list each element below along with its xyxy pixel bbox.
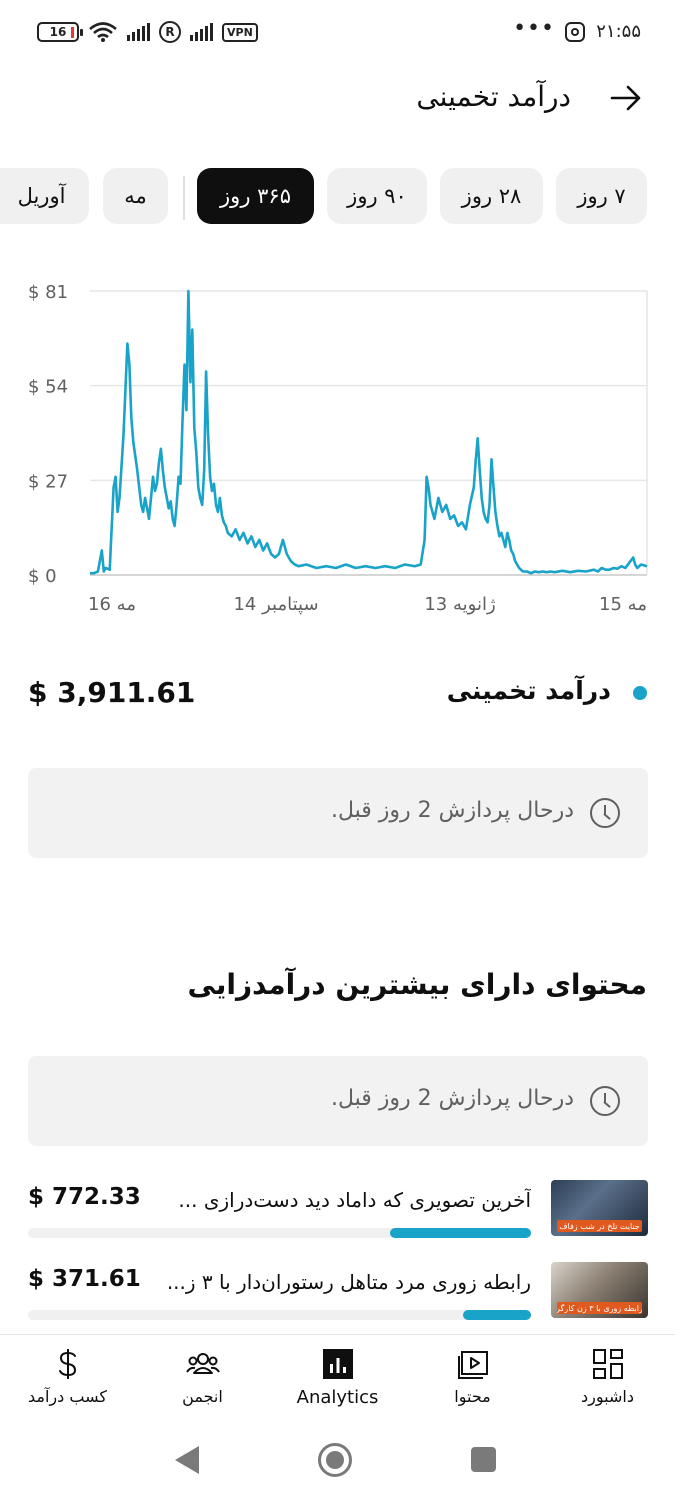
total-revenue-value: $ 3,911.61 xyxy=(28,676,196,709)
more-notifications-icon: ••• xyxy=(513,16,555,41)
content-item[interactable]: رابطه زوری با ۳ زن کارگر رابطه زوری مرد … xyxy=(28,1262,648,1324)
revenue-chart[interactable]: $ 0 $ 27 $ 54 $ 81 16 مه 14 سپتامبر 13 ژانویه 1… xyxy=(0,270,675,630)
status-bar: 16 R VPN ••• ۲۱:۵۵ xyxy=(0,0,675,66)
system-back-icon[interactable] xyxy=(175,1446,199,1474)
chip-7-days[interactable]: ۷ روز xyxy=(556,168,647,224)
y-tick-label: $ 0 xyxy=(28,566,57,587)
chip-april[interactable]: آوریل xyxy=(0,168,89,224)
signal-icon xyxy=(127,23,150,41)
revenue-chart-svg: $ 0 $ 27 $ 54 $ 81 16 مه 14 سپتامبر 13 ژانویه 1… xyxy=(28,282,648,615)
x-tick-label: 15 مه xyxy=(599,594,647,615)
processing-notice-2: درحال پردازش 2 روز قبل. xyxy=(28,1056,648,1146)
status-time: ۲۱:۵۵ xyxy=(596,21,641,42)
top-content-title: محتوای دارای بیشترین درآمدزایی xyxy=(187,968,648,1001)
video-thumbnail: رابطه زوری با ۳ زن کارگر xyxy=(551,1262,648,1318)
thumbnail-caption: رابطه زوری با ۳ زن کارگر xyxy=(557,1302,642,1314)
chip-may[interactable]: مه xyxy=(103,168,168,224)
y-tick-label: $ 81 xyxy=(28,282,68,303)
content-item[interactable]: جنایت تلخ در شب زفاف آخرین تصویری که دام… xyxy=(28,1180,648,1242)
instagram-icon xyxy=(565,22,585,42)
thumbnail-caption: جنایت تلخ در شب زفاف xyxy=(557,1220,642,1232)
dashboard-icon xyxy=(592,1349,623,1379)
nav-community-label: انجمن xyxy=(182,1387,223,1406)
nav-earn[interactable]: کسب درآمد xyxy=(0,1335,135,1419)
nav-dashboard[interactable]: داشبورد xyxy=(540,1335,675,1419)
nav-earn-label: کسب درآمد xyxy=(28,1387,107,1406)
system-recents-icon[interactable] xyxy=(471,1447,496,1472)
x-tick-label: 14 سپتامبر xyxy=(233,594,318,615)
nav-content[interactable]: محتوا xyxy=(405,1335,540,1419)
chip-28-days[interactable]: ۲۸ روز xyxy=(440,168,543,224)
community-icon xyxy=(185,1353,220,1374)
arrow-right-icon[interactable] xyxy=(609,81,643,115)
dollar-icon xyxy=(58,1349,76,1379)
app-header: درآمد تخمینی xyxy=(0,66,675,132)
signal-icon-2 xyxy=(190,23,213,41)
chip-365-days[interactable]: ۳۶۵ روز xyxy=(197,168,314,224)
status-icons-left: 16 R VPN xyxy=(37,21,258,43)
wifi-icon xyxy=(89,22,117,42)
registered-icon: R xyxy=(159,21,181,43)
clock-icon xyxy=(590,1086,620,1116)
nav-community[interactable]: انجمن xyxy=(135,1335,270,1419)
analytics-icon xyxy=(322,1349,353,1379)
clock-icon xyxy=(590,798,620,828)
nav-dashboard-label: داشبورد xyxy=(581,1387,634,1406)
vpn-badge: VPN xyxy=(222,22,258,42)
total-revenue-label: درآمد تخمینی xyxy=(446,676,611,705)
system-home-icon[interactable] xyxy=(318,1443,352,1477)
chip-90-days[interactable]: ۹۰ روز xyxy=(327,168,427,224)
y-tick-label: $ 27 xyxy=(28,471,68,492)
x-tick-label: 16 مه xyxy=(88,594,136,615)
x-tick-label: 13 ژانویه xyxy=(424,594,495,615)
revenue-series-line xyxy=(90,289,648,575)
content-icon xyxy=(457,1351,488,1379)
bottom-navigation: داشبورد محتوا Analytics انجمن کسب درآمد xyxy=(0,1334,675,1418)
content-item-bar-track xyxy=(28,1228,531,1238)
video-thumbnail: جنایت تلخ در شب زفاف xyxy=(551,1180,648,1236)
system-navigation xyxy=(0,1420,675,1500)
content-item-bar xyxy=(463,1310,531,1320)
content-item-amount: $ 772.33 xyxy=(28,1184,141,1210)
content-item-amount: $ 371.61 xyxy=(28,1266,141,1292)
content-item-title: رابطه زوری مرد متاهل رستوران‌دار با ۳ ز.… xyxy=(166,1270,531,1294)
period-chips: ۷ روز ۲۸ روز ۹۰ روز ۳۶۵ روز مه آوریل xyxy=(0,168,675,226)
content-item-bar xyxy=(390,1228,531,1238)
chip-divider xyxy=(183,176,185,220)
content-item-bar-track xyxy=(28,1310,531,1320)
series-legend-dot xyxy=(633,686,647,700)
nav-analytics-label: Analytics xyxy=(296,1387,379,1408)
processing-notice-text: درحال پردازش 2 روز قبل. xyxy=(330,1086,574,1111)
content-item-title: آخرین تصویری که داماد دید دست‌درازی ... xyxy=(178,1188,531,1212)
processing-notice: درحال پردازش 2 روز قبل. xyxy=(28,768,648,858)
nav-content-label: محتوا xyxy=(454,1387,491,1406)
y-tick-label: $ 54 xyxy=(28,377,68,398)
processing-notice-text: درحال پردازش 2 روز قبل. xyxy=(330,798,574,823)
nav-analytics[interactable]: Analytics xyxy=(270,1335,405,1419)
page-title: درآمد تخمینی xyxy=(416,80,571,113)
battery-icon: 16 xyxy=(37,22,83,42)
